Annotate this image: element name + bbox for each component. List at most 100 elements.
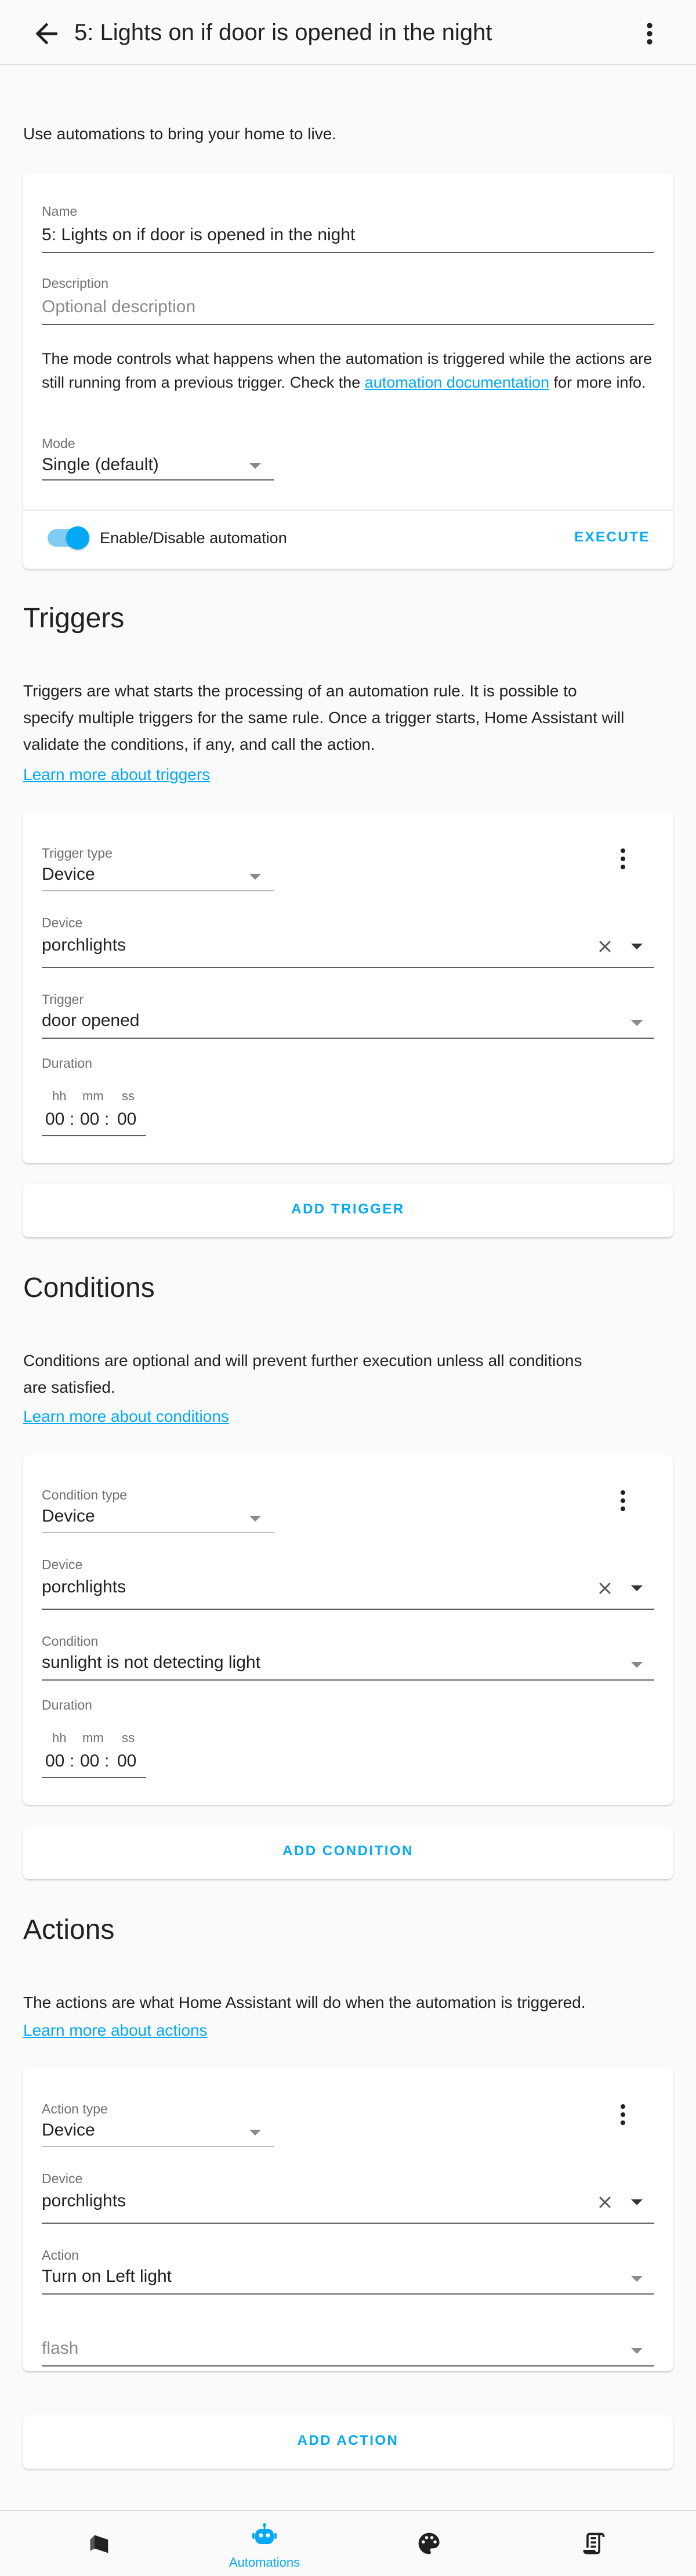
triggers-description: Triggers are what starts the processing …: [23, 682, 625, 753]
condition-duration-label: Duration: [42, 1697, 92, 1712]
trigger-type-underline: [42, 890, 274, 891]
trigger-device-caret-icon[interactable]: [631, 944, 643, 949]
toggle-label: Enable/Disable automation: [100, 529, 287, 547]
clear-icon[interactable]: [595, 1578, 615, 1598]
action-type-underline: [42, 2146, 274, 2147]
nav-item-themes[interactable]: [360, 2511, 499, 2576]
mm-label: mm: [82, 1730, 104, 1745]
seconds-input[interactable]: 00: [117, 1751, 136, 1771]
duration-underline: [42, 1777, 146, 1778]
action-menu-icon[interactable]: [616, 2102, 630, 2131]
add-action-label: ADD ACTION: [297, 2433, 399, 2448]
condition-type-caret-icon[interactable]: [249, 1516, 261, 1522]
learn-more-triggers-link[interactable]: Learn more about triggers: [23, 761, 210, 788]
seconds-input[interactable]: 00: [117, 1110, 136, 1129]
action-type-select[interactable]: Device: [42, 2119, 95, 2141]
mode-dropdown-caret-icon[interactable]: [249, 463, 261, 469]
trigger-device-label: Device: [42, 915, 83, 930]
clear-icon[interactable]: [595, 937, 615, 956]
action-extra-select[interactable]: flash: [42, 2337, 78, 2360]
condition-select[interactable]: sunlight is not detecting light: [42, 1652, 260, 1674]
add-trigger-label: ADD TRIGGER: [291, 1201, 405, 1217]
nav-item-scripts[interactable]: [524, 2511, 664, 2576]
trigger-type-select[interactable]: Device: [42, 864, 95, 886]
add-action-button[interactable]: ADD ACTION: [23, 2415, 673, 2469]
trigger-underline: [42, 1038, 654, 1039]
action-device-label: Device: [42, 2171, 83, 2186]
automation-details-card: Name 5: Lights on if door is opened in t…: [23, 173, 673, 569]
hh-label: hh: [52, 1089, 67, 1103]
hours-input[interactable]: 00: [45, 1110, 64, 1129]
action-device-input[interactable]: porchlights: [42, 2190, 126, 2212]
mode-help-text: The mode controls what happens when the …: [42, 350, 652, 391]
actions-description: The actions are what Home Assistant will…: [23, 1993, 586, 2011]
description-label: Description: [42, 276, 109, 291]
trigger-caret-icon[interactable]: [631, 1020, 643, 1026]
top-app-bar: 5: Lights on if door is opened in the ni…: [0, 0, 696, 65]
condition-menu-icon[interactable]: [616, 1488, 630, 1517]
trigger-type-caret-icon[interactable]: [249, 874, 261, 880]
trigger-device-input[interactable]: porchlights: [42, 934, 126, 956]
ss-label: ss: [122, 1730, 135, 1745]
more-vert-icon[interactable]: [638, 17, 661, 50]
card-divider: [23, 510, 673, 511]
execute-button[interactable]: EXECUTE: [574, 529, 650, 545]
minutes-input[interactable]: 00: [80, 1751, 99, 1771]
page-title: 5: Lights on if door is opened in the ni…: [74, 20, 492, 45]
condition-device-underline: [42, 1609, 654, 1610]
condition-caret-icon[interactable]: [631, 1662, 643, 1668]
condition-device-caret-icon[interactable]: [631, 1585, 643, 1591]
action-card: Action type Device Device porchlights Ac…: [23, 2068, 673, 2371]
action-caret-icon[interactable]: [631, 2276, 643, 2282]
condition-type-label: Condition type: [42, 1487, 128, 1502]
bottom-navigation: Automations: [0, 2510, 696, 2576]
hours-input[interactable]: 00: [45, 1751, 64, 1771]
condition-type-select[interactable]: Device: [42, 1505, 95, 1527]
trigger-menu-icon[interactable]: [616, 846, 630, 875]
minutes-input[interactable]: 00: [80, 1110, 99, 1129]
colon-separator: :: [104, 1751, 110, 1771]
condition-label: Condition: [42, 1634, 99, 1649]
palette-icon: [418, 2532, 440, 2555]
automation-docs-link[interactable]: automation documentation: [365, 374, 549, 391]
description-input[interactable]: Optional description: [42, 296, 195, 318]
name-label: Name: [42, 204, 78, 219]
ss-label: ss: [122, 1089, 135, 1103]
back-arrow-icon[interactable]: [30, 17, 63, 50]
action-select[interactable]: Turn on Left light: [42, 2266, 172, 2288]
mode-underline: [42, 479, 274, 480]
add-trigger-button[interactable]: ADD TRIGGER: [23, 1184, 673, 1237]
action-extra-caret-icon[interactable]: [631, 2348, 643, 2354]
action-extra-underline: [42, 2365, 654, 2367]
mode-label: Mode: [42, 436, 75, 451]
triggers-title: Triggers: [23, 603, 125, 634]
nav-item-automations[interactable]: Automations: [195, 2511, 334, 2576]
clear-icon[interactable]: [595, 2192, 615, 2212]
robot-icon: [252, 2523, 277, 2544]
colon-separator: :: [70, 1110, 75, 1129]
condition-device-label: Device: [42, 1557, 83, 1572]
name-input[interactable]: 5: Lights on if door is opened in the ni…: [42, 224, 355, 246]
trigger-select[interactable]: door opened: [42, 1010, 140, 1032]
condition-type-underline: [42, 1532, 274, 1533]
toggle-knob[interactable]: [66, 526, 89, 550]
nav-item-areas[interactable]: [30, 2511, 169, 2576]
trigger-device-underline: [42, 967, 654, 968]
condition-device-input[interactable]: porchlights: [42, 1576, 126, 1598]
condition-underline: [42, 1679, 654, 1681]
name-underline: [42, 252, 654, 253]
description-underline: [42, 324, 654, 325]
trigger-duration-label: Duration: [42, 1056, 92, 1071]
intro-text: Use automations to bring your home to li…: [23, 125, 337, 143]
trigger-label: Trigger: [42, 992, 84, 1007]
learn-more-actions-link[interactable]: Learn more about actions: [23, 2017, 208, 2044]
learn-more-conditions-link[interactable]: Learn more about conditions: [23, 1403, 229, 1430]
action-type-caret-icon[interactable]: [249, 2130, 261, 2136]
mode-select[interactable]: Single (default): [42, 454, 159, 476]
add-condition-button[interactable]: ADD CONDITION: [23, 1826, 673, 1879]
action-device-caret-icon[interactable]: [631, 2199, 643, 2205]
conditions-description: Conditions are optional and will prevent…: [23, 1352, 582, 1396]
trigger-type-label: Trigger type: [42, 846, 113, 861]
action-type-label: Action type: [42, 2101, 108, 2116]
add-condition-label: ADD CONDITION: [282, 1843, 414, 1859]
